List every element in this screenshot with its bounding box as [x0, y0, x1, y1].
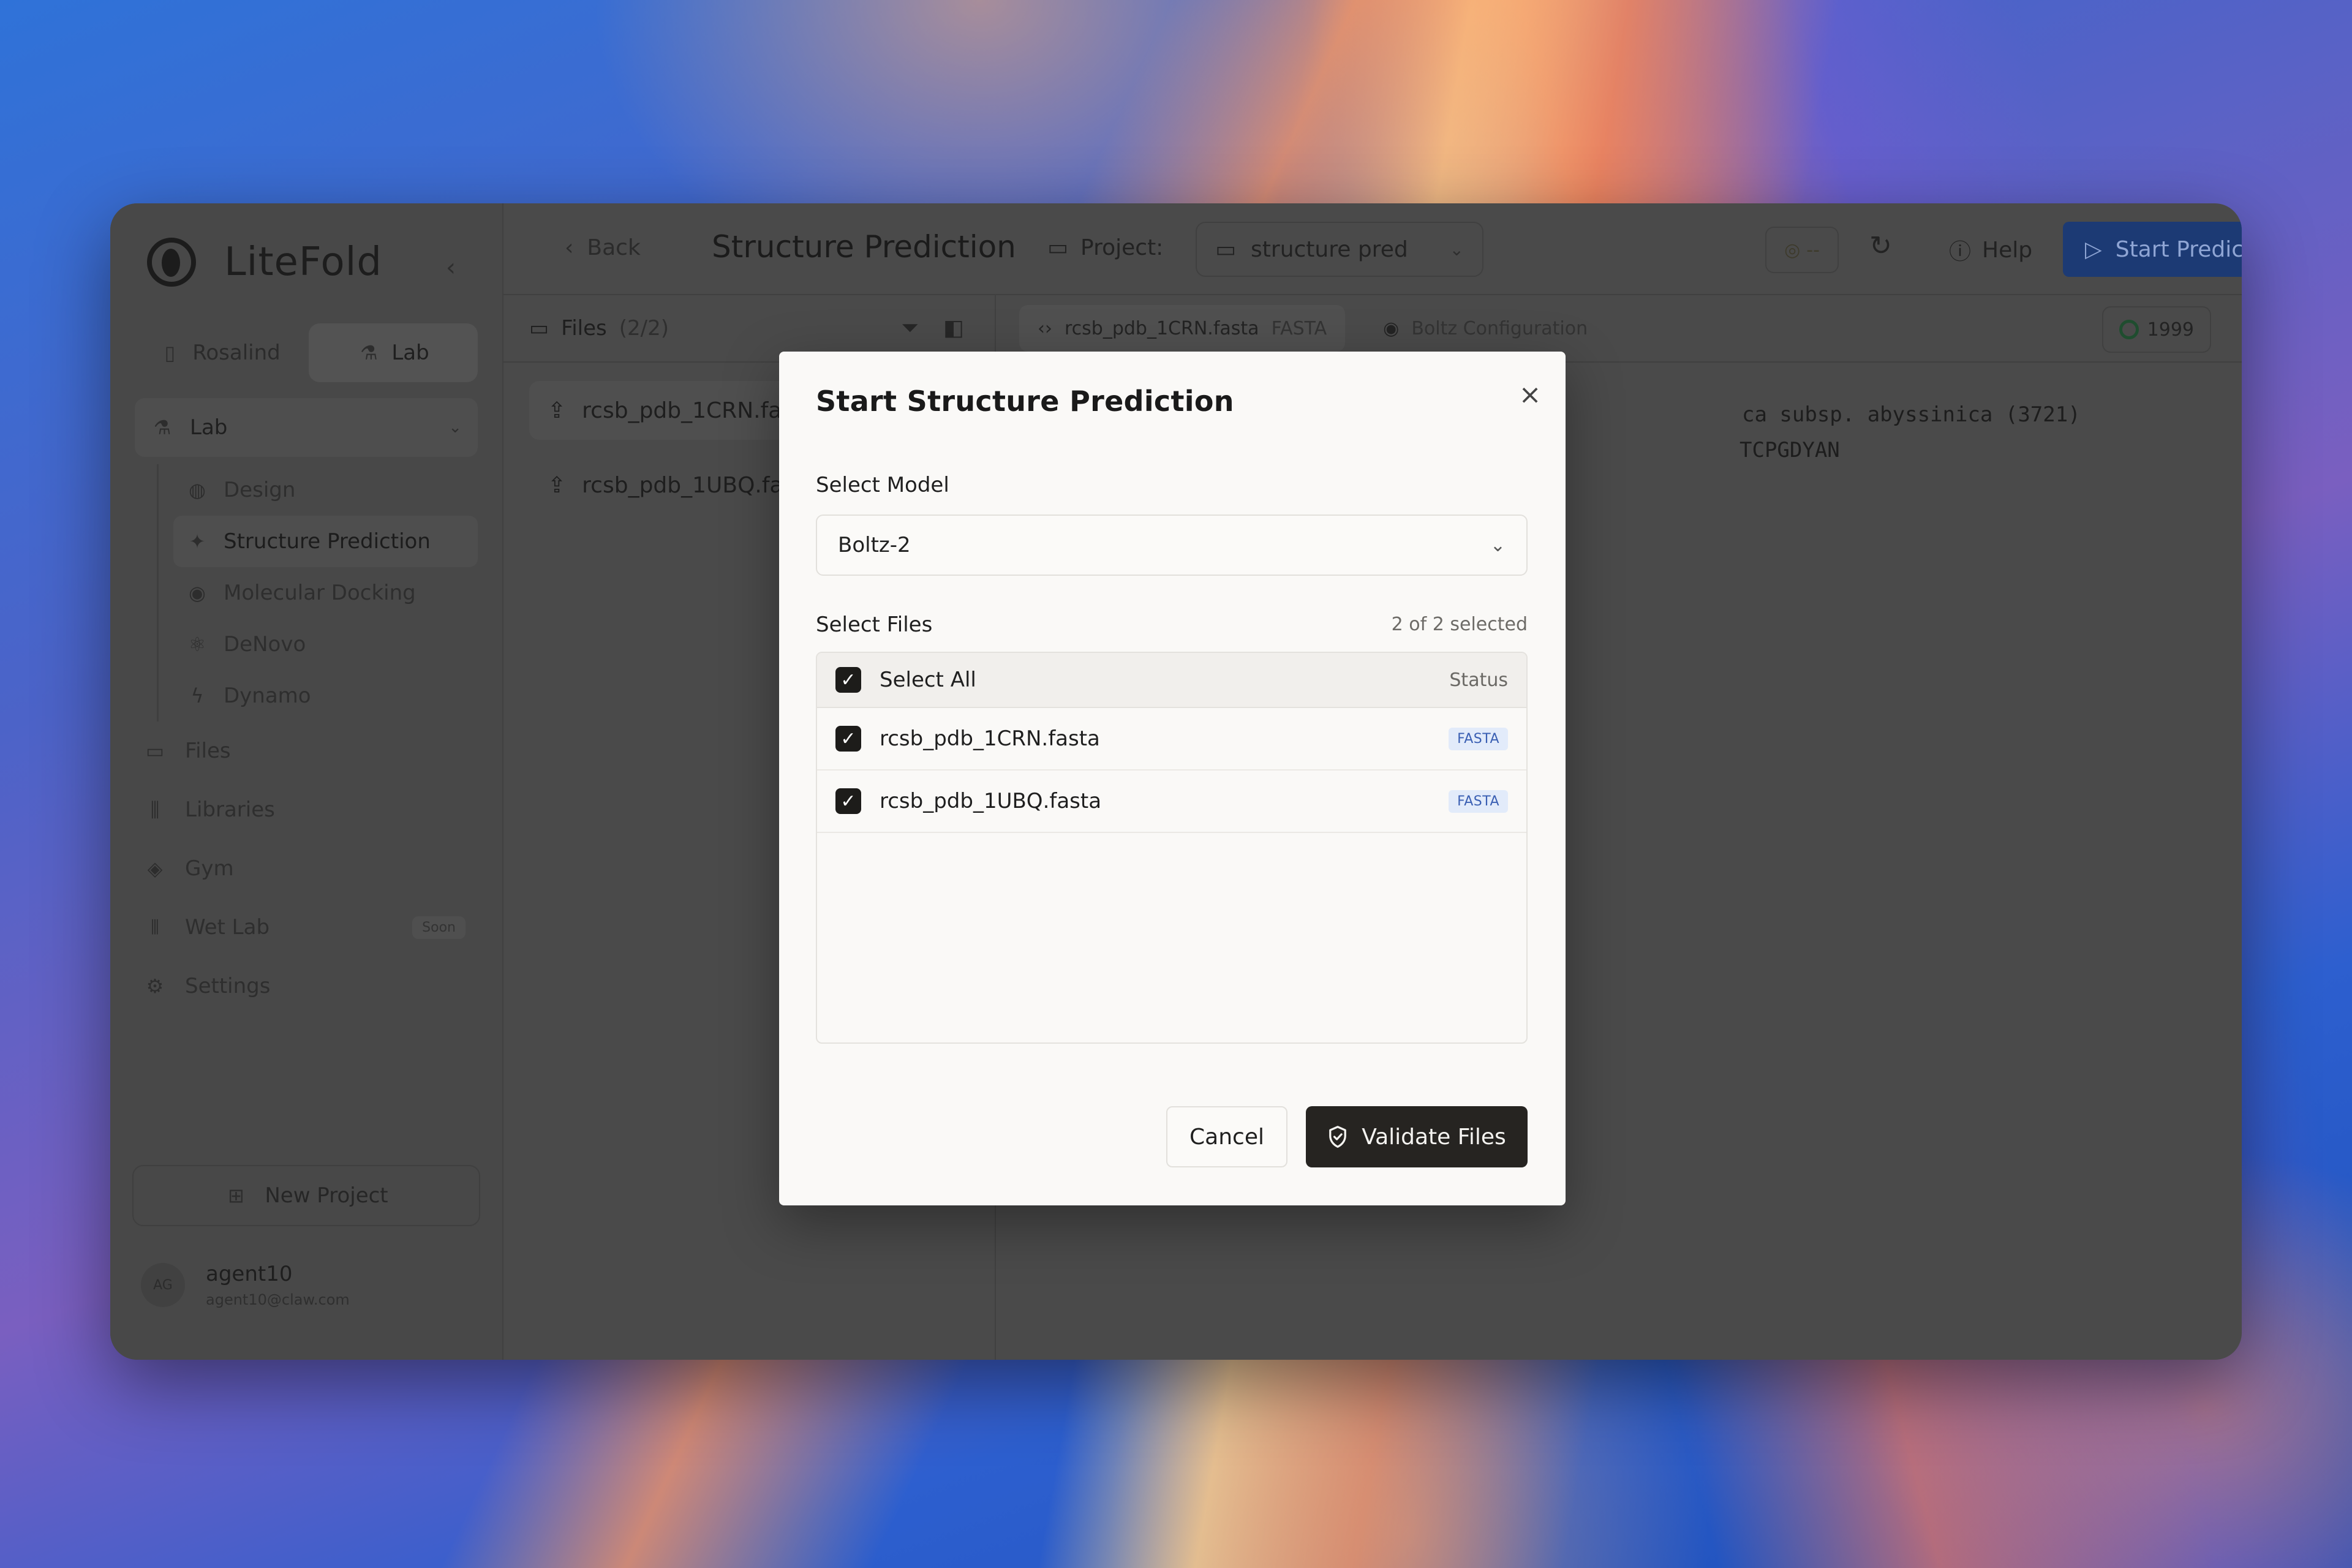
- validate-files-button[interactable]: Validate Files: [1306, 1106, 1528, 1167]
- new-project-button[interactable]: ⊞ New Project: [132, 1165, 480, 1226]
- user-email: agent10@claw.com: [206, 1291, 350, 1308]
- user-profile[interactable]: AG agent10 agent10@claw.com: [141, 1262, 350, 1308]
- folder-icon: ▭: [529, 316, 549, 341]
- status-column-header: Status: [1449, 669, 1508, 691]
- sidebar-nav: ⚗ Lab ⌄ ◍ Design ✦ Structure Prediction …: [135, 398, 478, 1016]
- segment-lab[interactable]: ⚗ Lab: [309, 323, 478, 382]
- project-select[interactable]: ▭ structure pred ⌄: [1196, 222, 1483, 277]
- cancel-button[interactable]: Cancel: [1166, 1106, 1287, 1167]
- shapes-icon: ◈: [147, 857, 163, 880]
- selected-count: 2 of 2 selected: [1391, 614, 1528, 635]
- segment-rosalind[interactable]: ▯ Rosalind: [135, 323, 304, 382]
- sidebar-item-gym[interactable]: ◈ Gym: [135, 839, 478, 898]
- avatar: AG: [141, 1263, 185, 1307]
- file-selection-table: ✓ Select All Status ✓ rcsb_pdb_1CRN.fast…: [816, 652, 1528, 1044]
- panel-collapse-icon[interactable]: ◧: [943, 315, 964, 341]
- zap-icon: ϟ: [190, 684, 204, 707]
- sidebar-group-lab[interactable]: ⚗ Lab ⌄: [135, 398, 478, 457]
- back-button[interactable]: ‹ Back: [565, 235, 641, 260]
- sidebar: LiteFold ‹ ▯ Rosalind ⚗ Lab ⚗ Lab ⌄ ◍ De: [110, 203, 503, 1360]
- sidebar-item-wet-lab: ⫴ Wet Lab Soon: [135, 898, 478, 957]
- file-checkbox[interactable]: ✓: [835, 726, 861, 752]
- filter-icon[interactable]: ⏷: [901, 315, 919, 341]
- dialog-title: Start Structure Prediction: [816, 385, 1234, 418]
- shield-check-icon: [1329, 1126, 1347, 1148]
- chevron-down-icon: ⌄: [1449, 239, 1464, 260]
- folder-icon: ▭: [1215, 236, 1237, 262]
- globe-icon: ◉: [189, 581, 206, 605]
- sidebar-item-denovo[interactable]: ⚛ DeNovo: [173, 619, 478, 670]
- folder-plus-icon: ⊞: [227, 1184, 244, 1207]
- credits-indicator[interactable]: ◎ --: [1765, 227, 1839, 273]
- tab-boltz-configuration[interactable]: ◉ Boltz Configuration: [1365, 305, 1606, 352]
- code-icon: ‹›: [1038, 317, 1052, 339]
- sidebar-item-libraries[interactable]: ⫼ Libraries: [135, 780, 478, 839]
- select-model-label: Select Model: [816, 473, 949, 497]
- flask-icon: ⚗: [360, 341, 378, 364]
- table-row[interactable]: ✓ rcsb_pdb_1CRN.fasta FASTA: [817, 708, 1526, 771]
- close-icon[interactable]: ×: [1512, 376, 1548, 413]
- folder-icon: ▭: [1047, 235, 1069, 260]
- file-checkbox[interactable]: ✓: [835, 788, 861, 814]
- sparkle-icon: ✦: [189, 530, 206, 553]
- table-header: ✓ Select All Status: [817, 653, 1526, 708]
- sidebar-item-molecular-docking[interactable]: ◉ Molecular Docking: [173, 567, 478, 619]
- help-button[interactable]: ⓘ Help: [1949, 234, 2032, 266]
- project-label: ▭ Project:: [1047, 235, 1164, 260]
- folder-icon: ▭: [145, 739, 165, 763]
- workspace-switcher: ▯ Rosalind ⚗ Lab: [135, 323, 478, 382]
- gear-icon: ⚙: [146, 974, 164, 998]
- sidebar-item-design[interactable]: ◍ Design: [173, 464, 478, 516]
- start-prediction-dialog: Start Structure Prediction × Select Mode…: [779, 352, 1566, 1205]
- select-all-checkbox[interactable]: ✓: [835, 667, 861, 693]
- test-tubes-icon: ⫴: [151, 915, 159, 939]
- help-circle-icon: ⓘ: [1949, 239, 1972, 265]
- upload-icon: ⇪: [548, 472, 567, 498]
- refresh-icon[interactable]: ↻: [1869, 230, 1892, 262]
- top-bar: ‹ Back Structure Prediction ▭ Project: ▭…: [503, 203, 2242, 295]
- tab-file[interactable]: ‹› rcsb_pdb_1CRN.fasta FASTA: [1019, 305, 1346, 352]
- sidebar-item-files[interactable]: ▭ Files: [135, 722, 478, 780]
- atom-icon: ⚛: [188, 633, 206, 656]
- progress-ring-icon: [2119, 320, 2139, 339]
- app-logo: LiteFold: [147, 238, 382, 287]
- upload-icon: ⇪: [548, 398, 567, 423]
- chevron-down-icon: ⌄: [1490, 534, 1506, 556]
- sidebar-item-settings[interactable]: ⚙ Settings: [135, 957, 478, 1016]
- format-badge: FASTA: [1449, 790, 1508, 813]
- chevron-down-icon: ⌄: [448, 418, 462, 437]
- eye-icon: ◉: [1383, 317, 1400, 339]
- soon-badge: Soon: [412, 916, 466, 939]
- model-select[interactable]: Boltz-2 ⌄: [816, 514, 1528, 576]
- page-title: Structure Prediction: [712, 229, 1016, 265]
- user-name: agent10: [206, 1262, 293, 1286]
- flask-icon: ⚗: [153, 416, 172, 439]
- palette-icon: ◍: [189, 478, 206, 502]
- table-row[interactable]: ✓ rcsb_pdb_1UBQ.fasta FASTA: [817, 771, 1526, 833]
- play-icon: ▷: [2085, 236, 2102, 262]
- collapse-sidebar-icon[interactable]: ‹: [446, 254, 456, 282]
- select-files-label: Select Files: [816, 612, 933, 637]
- lab-subnav: ◍ Design ✦ Structure Prediction ◉ Molecu…: [157, 464, 478, 722]
- library-icon: ⫼: [150, 797, 160, 821]
- app-name: LiteFold: [224, 239, 382, 285]
- residue-count-badge: 1999: [2101, 306, 2211, 353]
- coins-icon: ◎: [1784, 239, 1801, 261]
- sidebar-item-structure-prediction[interactable]: ✦ Structure Prediction: [173, 516, 478, 567]
- format-badge: FASTA: [1449, 727, 1508, 750]
- sidebar-item-dynamo[interactable]: ϟ Dynamo: [173, 670, 478, 722]
- litefold-logo-icon: [147, 238, 196, 287]
- start-prediction-button[interactable]: ▷ Start Prediction: [2063, 222, 2242, 277]
- book-icon: ▯: [164, 341, 176, 364]
- chevron-left-icon: ‹: [565, 235, 574, 260]
